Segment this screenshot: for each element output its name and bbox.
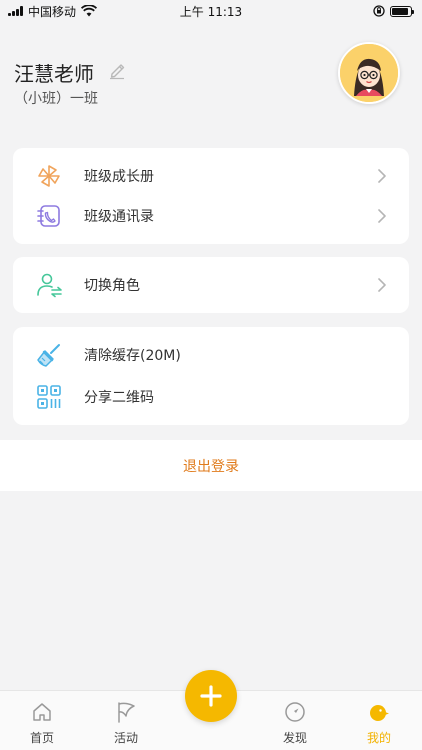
tab-discover[interactable]: 发现 — [265, 691, 325, 750]
class-name: （小班）一班 — [14, 91, 98, 107]
chick-icon — [370, 705, 389, 721]
tab-label: 我的 — [366, 731, 391, 745]
battery-icon — [390, 5, 414, 17]
chevron-right-icon — [378, 169, 386, 183]
menu-item-label: 清除缓存(20M) — [84, 348, 181, 364]
brush-icon — [37, 344, 60, 367]
role-menu-card: 切换角色 — [13, 257, 409, 313]
tab-activity[interactable]: 活动 — [96, 691, 156, 750]
chevron-right-icon — [378, 209, 386, 223]
tab-label: 活动 — [113, 731, 138, 745]
tab-mine[interactable]: 我的 — [349, 691, 409, 750]
tab-label: 首页 — [29, 731, 54, 745]
logout-button[interactable]: 退出登录 — [0, 440, 422, 491]
menu-item-clear-cache[interactable]: 清除缓存(20M) — [13, 335, 409, 375]
menu-item-switch-role[interactable]: 切换角色 — [13, 265, 409, 305]
menu-item-share-qrcode[interactable]: 分享二维码 — [13, 377, 409, 417]
tab-home[interactable]: 首页 — [12, 691, 72, 750]
add-button[interactable] — [185, 670, 237, 722]
switch-role-icon — [37, 273, 62, 298]
pinwheel-icon — [38, 165, 60, 187]
menu-item-contacts[interactable]: 班级通讯录 — [13, 196, 409, 236]
compass-icon — [285, 702, 305, 722]
menu-item-label: 班级通讯录 — [84, 209, 154, 225]
settings-menu-card: 清除缓存(20M) 分享二维码 — [13, 327, 409, 425]
edit-icon[interactable] — [108, 60, 128, 80]
chevron-right-icon — [378, 278, 386, 292]
menu-item-label: 班级成长册 — [84, 169, 154, 185]
menu-item-growth-book[interactable]: 班级成长册 — [13, 156, 409, 196]
plus-icon — [200, 685, 222, 707]
teacher-name: 汪慧老师 — [14, 62, 94, 86]
home-icon — [33, 703, 51, 721]
tab-label: 发现 — [282, 731, 307, 745]
menu-item-label: 分享二维码 — [84, 390, 154, 406]
avatar[interactable] — [338, 42, 400, 104]
teacher-avatar-icon — [340, 44, 398, 102]
flag-icon — [118, 702, 135, 723]
class-menu-card: 班级成长册 班级通讯录 — [13, 148, 409, 244]
qrcode-icon — [37, 385, 61, 409]
status-time: 上午 11:13 — [179, 5, 243, 19]
contacts-icon — [37, 205, 60, 227]
menu-item-label: 切换角色 — [84, 278, 140, 294]
status-bar: 中国移动 上午 11:13 — [0, 0, 422, 22]
